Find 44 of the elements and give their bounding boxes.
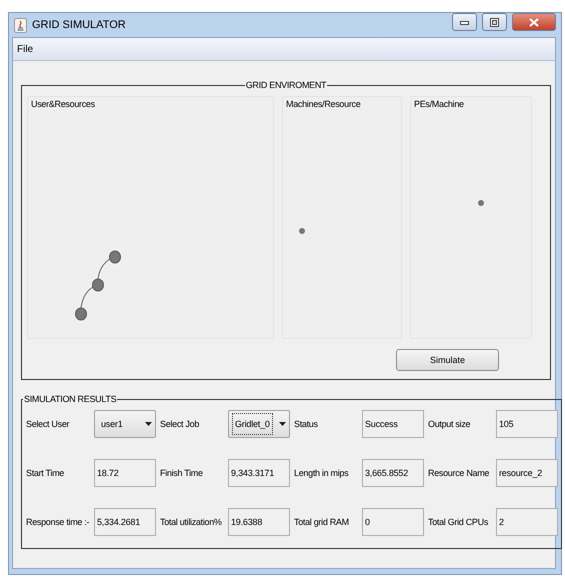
field-label: Response time :- — [26, 517, 90, 527]
field-label: Output size — [428, 419, 472, 429]
value-field[interactable]: 0 — [362, 508, 424, 536]
field-label: Total utilization% — [160, 517, 223, 527]
dropdown[interactable]: Gridlet_0 — [228, 410, 290, 438]
node-graph-drawing — [75, 250, 121, 320]
field-label: Select User — [26, 419, 70, 429]
window-title: GRID SIMULATOR — [32, 19, 127, 31]
panel-title: User&Resources — [31, 99, 95, 109]
field-label: Finish Time — [160, 468, 204, 478]
value-field[interactable]: 105 — [496, 410, 558, 438]
field-label: Length in mips — [294, 468, 350, 478]
value-field[interactable]: 19.6388 — [228, 508, 290, 536]
field-label: Select Job — [160, 419, 200, 429]
dropdown[interactable]: user1 — [94, 410, 156, 438]
maximize-icon — [490, 18, 499, 26]
value-field[interactable]: 18.72 — [94, 459, 156, 487]
field-label: Status — [294, 419, 319, 429]
close-button[interactable] — [512, 13, 556, 31]
group-title: GRID ENVIROMENT — [244, 80, 328, 90]
group-title: SIMULATION RESULTS — [23, 394, 118, 404]
field-label: Total Grid CPUs — [428, 517, 490, 527]
minimize-button[interactable] — [452, 13, 477, 31]
panel-title: PEs/Machine — [414, 99, 464, 109]
node-dot — [478, 200, 484, 206]
minimize-icon — [460, 20, 469, 24]
menu-item[interactable]: File — [15, 44, 36, 54]
field-label: Resource Name — [428, 468, 490, 478]
value-field[interactable]: Success — [362, 410, 424, 438]
value-field[interactable]: 2 — [496, 508, 558, 536]
panel-title: Machines/Resource — [286, 99, 360, 109]
caret-icon — [279, 422, 286, 426]
value-field[interactable]: resource_2 — [496, 459, 558, 487]
value-field[interactable]: 9,343.3171 — [228, 459, 290, 487]
value-field[interactable]: 5,334.2681 — [94, 508, 156, 536]
maximize-button[interactable] — [482, 13, 507, 31]
simulate-button[interactable]: Simulate — [396, 349, 499, 371]
java-icon — [14, 18, 27, 32]
close-icon — [529, 18, 539, 26]
value-field[interactable]: 3,665.8552 — [362, 459, 424, 487]
node-dot — [299, 228, 305, 234]
field-label: Total grid RAM — [294, 517, 350, 527]
field-label: Start Time — [26, 468, 66, 478]
caret-icon — [145, 422, 152, 426]
